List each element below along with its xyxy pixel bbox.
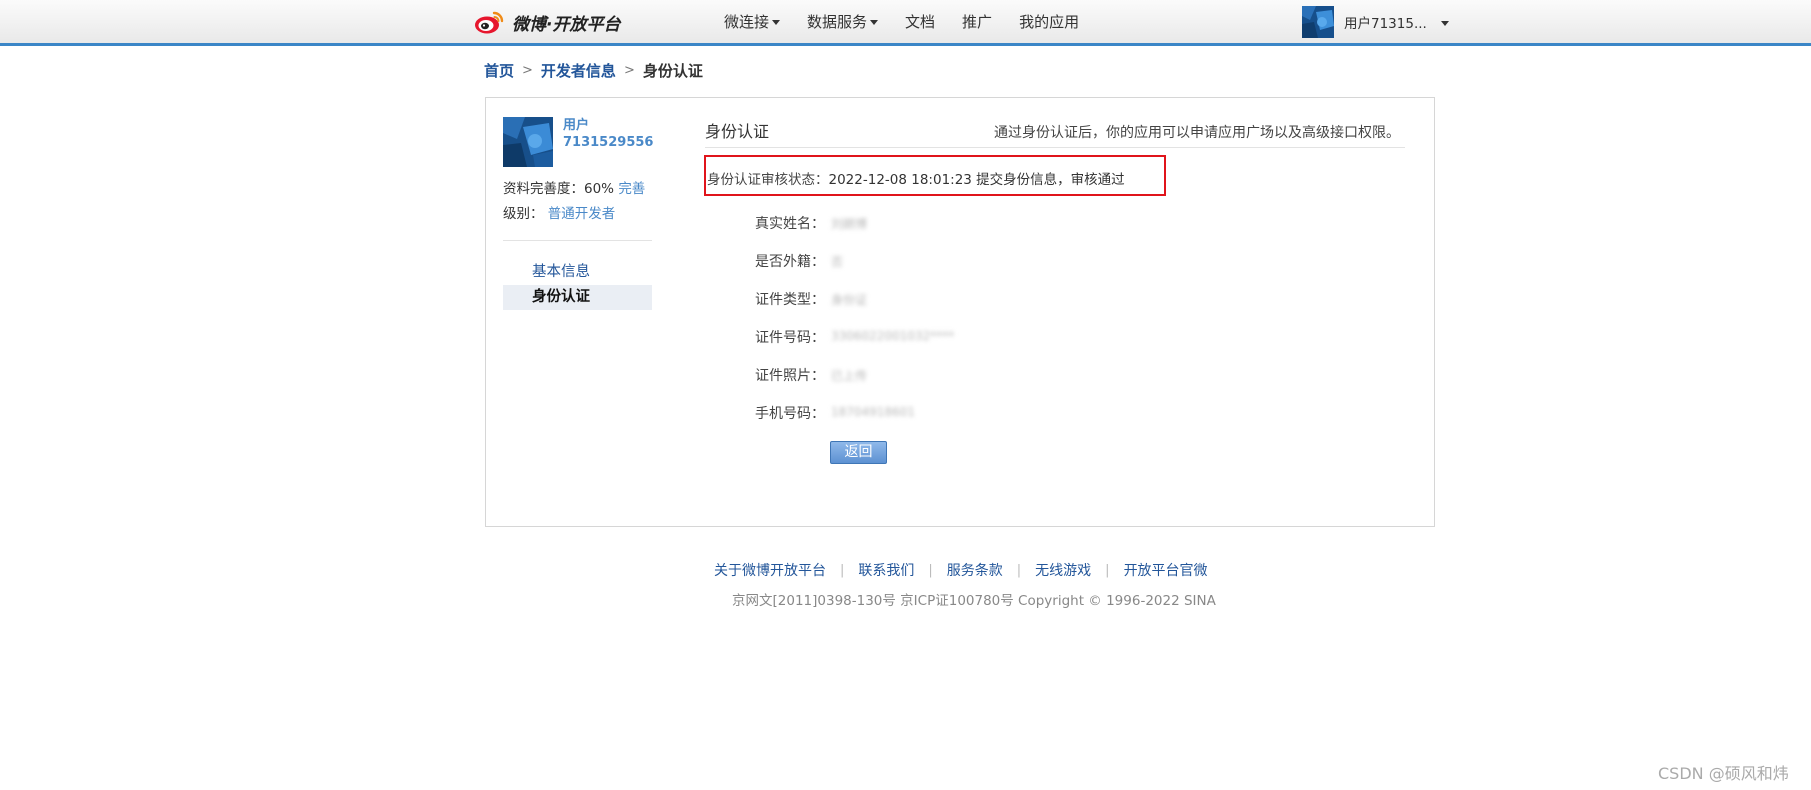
footer-link-terms[interactable]: 服务条款 bbox=[947, 560, 1003, 580]
footer-separator: | bbox=[1016, 562, 1022, 578]
caret-down-icon bbox=[870, 20, 879, 25]
footer-separator: | bbox=[840, 562, 845, 578]
field-label-id-type: 证件类型： bbox=[755, 292, 825, 308]
caret-down-icon bbox=[772, 20, 781, 25]
complete-profile-link[interactable]: 完善 bbox=[618, 181, 645, 197]
verification-status: 身份认证审核状态：2022-12-08 18:01:23 提交身份信息，审核通过 bbox=[707, 168, 1125, 188]
nav-item-label: 微连接 bbox=[724, 13, 770, 31]
logo-text: 微博·开放平台 bbox=[512, 14, 621, 35]
nav-item-label: 文档 bbox=[905, 13, 936, 31]
field-value-id-number: 3306022001032**** bbox=[831, 329, 955, 343]
footer-links: 关于微博开放平台 | 联系我们 | 服务条款 | 无线游戏 | 开放平台官微 bbox=[714, 560, 1208, 580]
level-label: 级别： bbox=[503, 206, 544, 222]
breadcrumb: 首页 > 开发者信息 > 身份认证 bbox=[484, 60, 703, 80]
completeness-label: 资料完善度：60% bbox=[503, 181, 615, 197]
title-divider bbox=[705, 147, 1405, 148]
breadcrumb-home[interactable]: 首页 bbox=[484, 60, 514, 81]
footer-link-contact[interactable]: 联系我们 bbox=[858, 560, 914, 580]
footer-link-official-weibo[interactable]: 开放平台官微 bbox=[1124, 560, 1208, 580]
watermark: CSDN @硕风和炜 bbox=[1658, 764, 1789, 783]
level-value-link[interactable]: 普通开发者 bbox=[548, 206, 616, 222]
weibo-eye-icon bbox=[474, 9, 506, 35]
main-panel: 用户 7131529556 资料完善度：60% 完善 级别： 普通开发者 基本信… bbox=[485, 97, 1435, 527]
footer-separator: | bbox=[1105, 562, 1110, 578]
breadcrumb-developer-info[interactable]: 开发者信息 bbox=[541, 60, 616, 81]
developer-level: 级别： 普通开发者 bbox=[503, 202, 615, 222]
sidebar-item-basic-info[interactable]: 基本信息 bbox=[503, 260, 652, 285]
nav-item-label: 数据服务 bbox=[807, 13, 868, 31]
field-value-id-photo: 已上传 bbox=[831, 369, 868, 383]
avatar bbox=[1302, 6, 1334, 38]
nav-item-label: 我的应用 bbox=[1019, 13, 1080, 31]
field-label-id-photo: 证件照片： bbox=[755, 368, 825, 384]
top-navigation-bar: 微博·开放平台 微连接 数据服务 文档 推广 我的应用 用户71315... bbox=[0, 0, 1811, 46]
sidebar-username[interactable]: 用户 7131529556 bbox=[563, 117, 653, 151]
verification-hint: 通过身份认证后，你的应用可以申请应用广场以及高级接口权限。 bbox=[994, 125, 1400, 141]
field-value-id-type: 身份证 bbox=[831, 293, 868, 307]
caret-down-icon[interactable] bbox=[1440, 20, 1449, 26]
field-value-phone: 18704918601 bbox=[831, 405, 915, 419]
nav-item-my-apps[interactable]: 我的应用 bbox=[1019, 11, 1079, 32]
footer-link-about[interactable]: 关于微博开放平台 bbox=[714, 560, 826, 580]
weibo-open-platform-logo[interactable]: 微博·开放平台 bbox=[474, 8, 620, 36]
status-label: 身份认证审核状态： bbox=[707, 172, 829, 188]
field-label-real-name: 真实姓名： bbox=[755, 216, 825, 232]
field-label-foreign: 是否外籍： bbox=[755, 254, 825, 270]
user-menu[interactable]: 用户71315... bbox=[1302, 6, 1449, 38]
main-nav: 微连接 数据服务 文档 推广 我的应用 bbox=[724, 0, 1106, 43]
footer-copyright: 京网文[2011]0398-130号 京ICP证100780号 Copyrigh… bbox=[732, 593, 1216, 609]
username-line: 用户 bbox=[563, 118, 590, 133]
back-button[interactable]: 返回 bbox=[830, 441, 887, 464]
field-label-phone: 手机号码： bbox=[755, 406, 825, 422]
avatar[interactable] bbox=[503, 117, 553, 167]
nav-item-data-service[interactable]: 数据服务 bbox=[807, 11, 879, 32]
nav-item-label: 推广 bbox=[962, 13, 993, 31]
chevron-right-icon: > bbox=[522, 62, 533, 78]
field-label-id-number: 证件号码： bbox=[755, 330, 825, 346]
footer-link-mobile-games[interactable]: 无线游戏 bbox=[1035, 560, 1091, 580]
profile-completeness: 资料完善度：60% 完善 bbox=[503, 177, 645, 197]
nav-item-docs[interactable]: 文档 bbox=[905, 11, 935, 32]
verification-status-highlight: 身份认证审核状态：2022-12-08 18:01:23 提交身份信息，审核通过 bbox=[704, 155, 1166, 196]
nav-item-weilianjie[interactable]: 微连接 bbox=[724, 11, 781, 32]
breadcrumb-current: 身份认证 bbox=[642, 61, 703, 80]
user-name: 用户71315... bbox=[1344, 16, 1427, 32]
field-value-foreign: 否 bbox=[831, 255, 844, 269]
sidebar-divider bbox=[503, 240, 652, 241]
status-value: 2022-12-08 18:01:23 提交身份信息，审核通过 bbox=[828, 172, 1125, 188]
chevron-right-icon: > bbox=[623, 62, 635, 78]
user-id: 7131529556 bbox=[563, 135, 654, 150]
sidebar-item-identity-verification[interactable]: 身份认证 bbox=[503, 285, 652, 310]
page-title: 身份认证 bbox=[705, 122, 770, 141]
field-value-real-name: 刘朗博 bbox=[831, 217, 868, 231]
nav-item-promotion[interactable]: 推广 bbox=[962, 11, 992, 32]
footer-separator: | bbox=[928, 562, 933, 578]
